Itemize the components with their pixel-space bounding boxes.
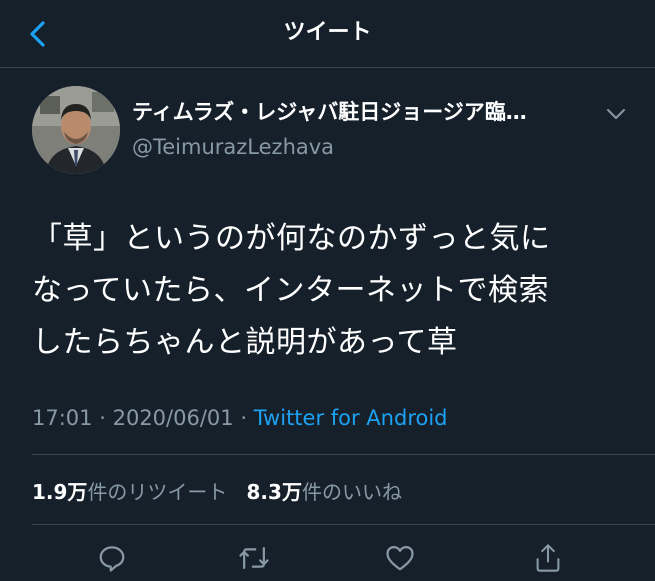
retweets-stat[interactable]: 1.9万件のリツイート [32, 480, 227, 504]
header: ツイート [0, 0, 655, 68]
retweet-button[interactable] [234, 538, 274, 578]
divider [32, 454, 655, 455]
tweet-text-line: 「草」というのが何なのかずっと気に [32, 221, 551, 256]
meta-separator: · [99, 406, 106, 430]
tweet-menu-button[interactable] [602, 104, 630, 124]
tweet-meta: 17:01 · 2020/06/01 · Twitter for Android [32, 404, 448, 432]
profile-photo [32, 86, 120, 174]
retweets-count: 1.9万 [32, 480, 88, 504]
chevron-down-icon [607, 109, 625, 119]
author-handle[interactable]: @TeimurazLezhava [132, 133, 334, 161]
like-button[interactable] [380, 538, 420, 578]
share-button[interactable] [528, 538, 568, 578]
divider [32, 524, 655, 525]
likes-stat[interactable]: 8.3万件のいいね [247, 480, 402, 504]
likes-label: 件のいいね [301, 480, 402, 504]
tweet-text-line: したらちゃんと説明があって草 [32, 325, 458, 360]
retweets-label: 件のリツイート [87, 480, 228, 504]
reply-button[interactable] [92, 538, 132, 578]
avatar[interactable] [32, 86, 120, 174]
like-icon [386, 546, 414, 571]
likes-count: 8.3万 [246, 480, 302, 504]
share-icon [536, 544, 560, 572]
author-name[interactable]: ティムラズ・レジャバ駐日ジョージア臨… [132, 98, 572, 126]
tweet-text: 「草」というのが何なのかずっと気に なっていたら、インターネットで検索 したらち… [32, 213, 632, 369]
tweet-date: 2020/06/01 [112, 406, 234, 430]
tweet-text-line: なっていたら、インターネットで検索 [32, 273, 549, 308]
tweet-time: 17:01 [32, 406, 93, 430]
tweet-source-link[interactable]: Twitter for Android [254, 406, 448, 430]
tweet-stats: 1.9万件のリツイート 8.3万件のいいね [32, 478, 402, 506]
reply-icon [99, 546, 125, 572]
retweet-icon [239, 547, 269, 569]
page-title: ツイート [283, 20, 372, 45]
meta-separator: · [240, 406, 248, 430]
action-bar [0, 538, 655, 581]
